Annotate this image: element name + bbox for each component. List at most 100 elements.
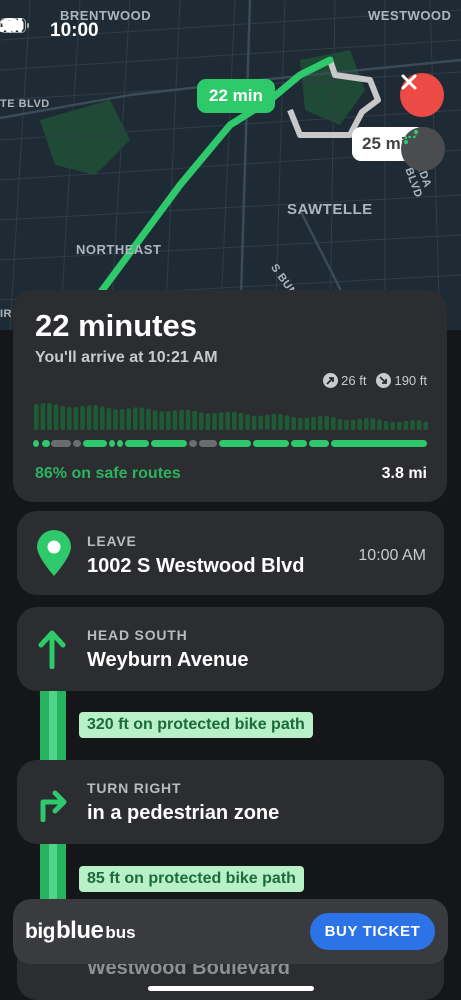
safety-segment [291,440,307,447]
trip-distance: 3.8 mi [381,465,427,482]
battery-icon [0,18,29,33]
elevation-bar [337,418,343,430]
elevation-bar [119,409,125,430]
elevation-bar [80,406,85,430]
status-bar: 10:00 [0,18,461,44]
trip-duration: 22 minutes [35,308,197,343]
logo-blue: blue [56,917,104,944]
elevation-bar [410,420,415,430]
elevation-bar [324,416,329,430]
safety-segment [253,440,289,447]
elevation-bar [357,418,362,430]
elevation-bar [126,408,131,430]
elevation-bar [278,413,283,430]
elevation-bar [251,415,257,430]
elevation-bar [146,408,151,430]
home-indicator[interactable] [148,986,314,991]
elevation-bar [172,410,178,430]
elevation-bar [238,412,244,430]
map-view[interactable]: BRENTWOOD WESTWOOD TE BLVD SAWTELLE NORT… [0,0,461,330]
elevation-bar [344,419,349,430]
safety-segment [42,440,50,447]
elevation-bar [47,403,52,430]
elevation-bar [139,407,145,430]
transit-banner[interactable]: big blue bus BUY TICKET [13,899,448,964]
segment-tag: 320 ft on protected bike path [79,712,313,738]
route-safety-bar [33,440,427,447]
elevation-bar [185,409,191,430]
step-address: 1002 S Westwood Blvd [87,555,305,577]
elevation-bar [350,419,356,430]
elevation-bar [199,412,204,430]
route-options-button[interactable] [401,127,445,171]
elevation-bar [67,407,72,430]
step-head-south[interactable]: HEAD SOUTH Weyburn Avenue [17,607,444,691]
elevation-bar [93,405,98,430]
safety-segment [125,440,149,447]
close-icon [401,74,417,90]
safety-segment [117,440,123,447]
elevation-bar [370,418,376,430]
route-time-primary: 22 min [209,86,263,105]
step-street: Weyburn Avenue [87,649,249,671]
elevation-bar [166,411,171,430]
safety-segment [83,440,107,447]
elevation-bar [383,421,389,430]
safety-segment [189,440,197,447]
trip-summary-card[interactable]: 22 minutes You'll arrive at 10:21 AM 26 … [13,290,447,502]
step-kicker: LEAVE [87,533,137,549]
elevation-bar [152,410,158,430]
elevation-bar [113,409,118,430]
elevation-bar [34,404,39,430]
elevation-bar [311,416,316,430]
safety-segment [33,440,39,447]
step-leave[interactable]: LEAVE 1002 S Westwood Blvd 10:00 AM [17,511,444,595]
close-button[interactable] [400,73,444,117]
elevation-bar [331,417,336,430]
elevation-bar [298,417,303,430]
elevation-bar [416,420,422,430]
elevation-bar [377,419,382,430]
safety-segment [331,440,427,447]
elevation-bar [364,418,369,430]
step-time: 10:00 AM [358,547,426,564]
safety-segment [151,440,187,447]
elevation-bar [423,421,428,430]
arrow-up-icon [38,630,66,669]
elevation-bar [106,408,112,430]
elevation-bar [304,417,310,430]
elevation-bar [403,420,409,430]
arrival-time: You'll arrive at 10:21 AM [35,349,218,366]
elevation-profile [34,403,428,430]
map-label-ir: IR [0,308,12,320]
step-turn-right[interactable]: TURN RIGHT in a pedestrian zone [17,760,444,844]
map-label-northeast: NORTHEAST [76,242,162,257]
route-icon [403,129,419,145]
elevation-bar [284,415,290,430]
elevation-bar [60,405,65,430]
elevation-bar [245,414,250,430]
elevation-bar [218,412,224,430]
step-instruction: in a pedestrian zone [87,802,280,824]
elevation-bar [397,421,402,430]
elevation-bar [258,415,263,430]
safety-segment [309,440,329,447]
safety-segment [199,440,217,447]
elevation-bar [225,411,230,430]
step-kicker: TURN RIGHT [87,780,182,796]
step-kicker: HEAD SOUTH [87,627,188,643]
elevation-bar [179,409,184,430]
buy-ticket-button[interactable]: BUY TICKET [310,913,435,950]
elevation-bar [212,413,217,430]
big-blue-bus-logo: big blue bus [25,917,136,945]
elevation-bar [265,414,270,430]
elevation-bar [40,403,46,430]
safety-segment [73,440,81,447]
climb-value: 26 ft [341,373,367,388]
descent-icon [376,373,392,388]
elevation-bar [232,411,237,430]
route-time-badge-primary[interactable]: 22 min [197,79,275,113]
logo-bus: bus [105,923,136,942]
elevation-bar [73,407,79,430]
logo-big: big [25,920,56,943]
